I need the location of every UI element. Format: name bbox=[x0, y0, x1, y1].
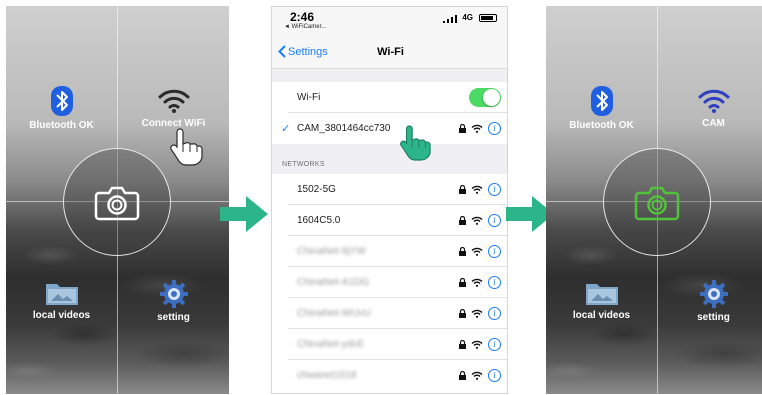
connected-network-row[interactable]: ✓ CAM_3801464cc730 i bbox=[272, 113, 507, 144]
wifi-signal-icon bbox=[471, 216, 483, 225]
info-icon[interactable]: i bbox=[488, 183, 501, 196]
setting-tile[interactable]: setting bbox=[658, 280, 762, 323]
battery-icon bbox=[479, 14, 497, 22]
navigation-bar: Settings Wi-Fi bbox=[272, 37, 507, 69]
network-icons: i bbox=[459, 338, 501, 351]
network-row[interactable]: ChinaNet-A1DG i bbox=[272, 267, 507, 298]
network-row[interactable]: ChinaNet-WUvU i bbox=[272, 298, 507, 329]
wifi-icon bbox=[158, 89, 189, 113]
info-icon[interactable]: i bbox=[488, 245, 501, 258]
network-type: 4G bbox=[462, 13, 473, 22]
network-icons: i bbox=[459, 214, 501, 227]
wifi-group: Wi-Fi ✓ CAM_3801464cc730 i bbox=[272, 82, 507, 144]
bluetooth-icon bbox=[590, 86, 613, 116]
pointing-hand-icon bbox=[170, 128, 203, 166]
camera-button[interactable] bbox=[633, 185, 681, 226]
lock-icon bbox=[459, 216, 466, 225]
network-icons: i bbox=[459, 183, 501, 196]
folder-icon bbox=[585, 284, 618, 305]
ios-wifi-settings-screen: 2:46 ◄ WiFiCamer... 4G Settings Wi-Fi Wi… bbox=[271, 6, 508, 394]
folder-icon bbox=[45, 284, 78, 305]
app-screen-left: Bluetooth OK Connect WiFi local videos s… bbox=[6, 6, 229, 394]
wifi-signal-icon bbox=[471, 340, 483, 349]
network-icons: i bbox=[459, 245, 501, 258]
network-icons: i bbox=[459, 369, 501, 382]
setting-label: setting bbox=[697, 312, 730, 323]
connected-network-name: CAM_3801464cc730 bbox=[297, 123, 391, 134]
wifi-toggle[interactable] bbox=[469, 88, 501, 107]
network-row[interactable]: 1604C5.0 i bbox=[272, 205, 507, 236]
signal-icon bbox=[443, 15, 457, 23]
gear-icon bbox=[159, 280, 188, 308]
bluetooth-tile[interactable]: Bluetooth OK bbox=[6, 86, 117, 131]
info-icon[interactable]: i bbox=[488, 276, 501, 289]
networks-list: 1502-5G i 1604C5.0 i ChinaNet-9jYW i Chi… bbox=[272, 174, 507, 393]
info-icon[interactable]: i bbox=[488, 307, 501, 320]
setting-tile[interactable]: setting bbox=[118, 280, 229, 323]
local-videos-label: local videos bbox=[32, 310, 91, 321]
wifi-signal-icon bbox=[471, 247, 483, 256]
network-row[interactable]: ChinaNet-9jYW i bbox=[272, 236, 507, 267]
network-icons: i bbox=[459, 276, 501, 289]
network-row[interactable]: chwanet1518 i bbox=[272, 360, 507, 391]
arrow-right-icon bbox=[220, 196, 268, 232]
info-icon[interactable]: i bbox=[488, 214, 501, 227]
pointing-hand-icon bbox=[400, 125, 431, 161]
local-videos-tile[interactable]: local videos bbox=[6, 280, 117, 321]
wifi-tile[interactable]: CAM bbox=[658, 86, 762, 129]
network-row[interactable]: ChinaNet-ydcE i bbox=[272, 329, 507, 360]
page-title: Wi-Fi bbox=[377, 46, 404, 58]
wifi-connected-icon bbox=[698, 89, 729, 113]
network-row[interactable]: 1502-5G i bbox=[272, 174, 507, 205]
lock-icon bbox=[459, 185, 466, 194]
wifi-signal-icon bbox=[471, 124, 483, 133]
network-name: ChinaNet-9jYW bbox=[297, 246, 366, 257]
local-videos-tile[interactable]: local videos bbox=[546, 280, 657, 321]
lock-icon bbox=[459, 278, 466, 287]
camera-icon bbox=[94, 186, 140, 221]
lock-icon bbox=[459, 371, 466, 380]
status-time: 2:46 bbox=[290, 10, 315, 24]
status-bar: 2:46 ◄ WiFiCamer... 4G bbox=[272, 7, 507, 37]
wifi-toggle-label: Wi-Fi bbox=[297, 92, 321, 103]
info-icon[interactable]: i bbox=[488, 338, 501, 351]
wifi-signal-icon bbox=[471, 278, 483, 287]
network-name: 1502-5G bbox=[297, 184, 336, 195]
camera-button[interactable] bbox=[93, 185, 141, 226]
wifi-tile[interactable]: Connect WiFi bbox=[118, 86, 229, 129]
network-name: ChinaNet-A1DG bbox=[297, 277, 370, 288]
network-name: ChinaNet-WUvU bbox=[297, 308, 371, 319]
network-icons: i bbox=[459, 307, 501, 320]
info-icon[interactable]: i bbox=[488, 122, 501, 135]
lock-icon bbox=[459, 340, 466, 349]
bluetooth-tile[interactable]: Bluetooth OK bbox=[546, 86, 657, 131]
checkmark-icon: ✓ bbox=[281, 123, 291, 135]
wifi-toggle-row: Wi-Fi bbox=[272, 82, 507, 113]
network-name: ChinaNet-ydcE bbox=[297, 339, 365, 350]
bluetooth-label: Bluetooth OK bbox=[29, 120, 94, 131]
lock-icon bbox=[459, 247, 466, 256]
gear-icon bbox=[699, 280, 728, 308]
lock-icon bbox=[459, 124, 466, 133]
wifi-signal-icon bbox=[471, 185, 483, 194]
wifi-label: CAM bbox=[702, 118, 725, 129]
lock-icon bbox=[459, 309, 466, 318]
camera-active-icon bbox=[634, 186, 680, 221]
back-to-app-link[interactable]: ◄ WiFiCamer... bbox=[284, 24, 326, 30]
network-name: 1604C5.0 bbox=[297, 215, 341, 226]
setting-label: setting bbox=[157, 312, 190, 323]
local-videos-label: local videos bbox=[572, 310, 631, 321]
info-icon[interactable]: i bbox=[488, 369, 501, 382]
toggle-knob bbox=[483, 89, 500, 106]
networks-header: NETWORKS bbox=[282, 161, 325, 168]
network-icons: i bbox=[459, 122, 501, 135]
wifi-signal-icon bbox=[471, 371, 483, 380]
bluetooth-icon bbox=[50, 86, 73, 116]
app-screen-right: Bluetooth OK CAM local videos setting bbox=[546, 6, 762, 394]
bluetooth-label: Bluetooth OK bbox=[569, 120, 634, 131]
wifi-signal-icon bbox=[471, 309, 483, 318]
network-name: chwanet1518 bbox=[297, 370, 357, 381]
